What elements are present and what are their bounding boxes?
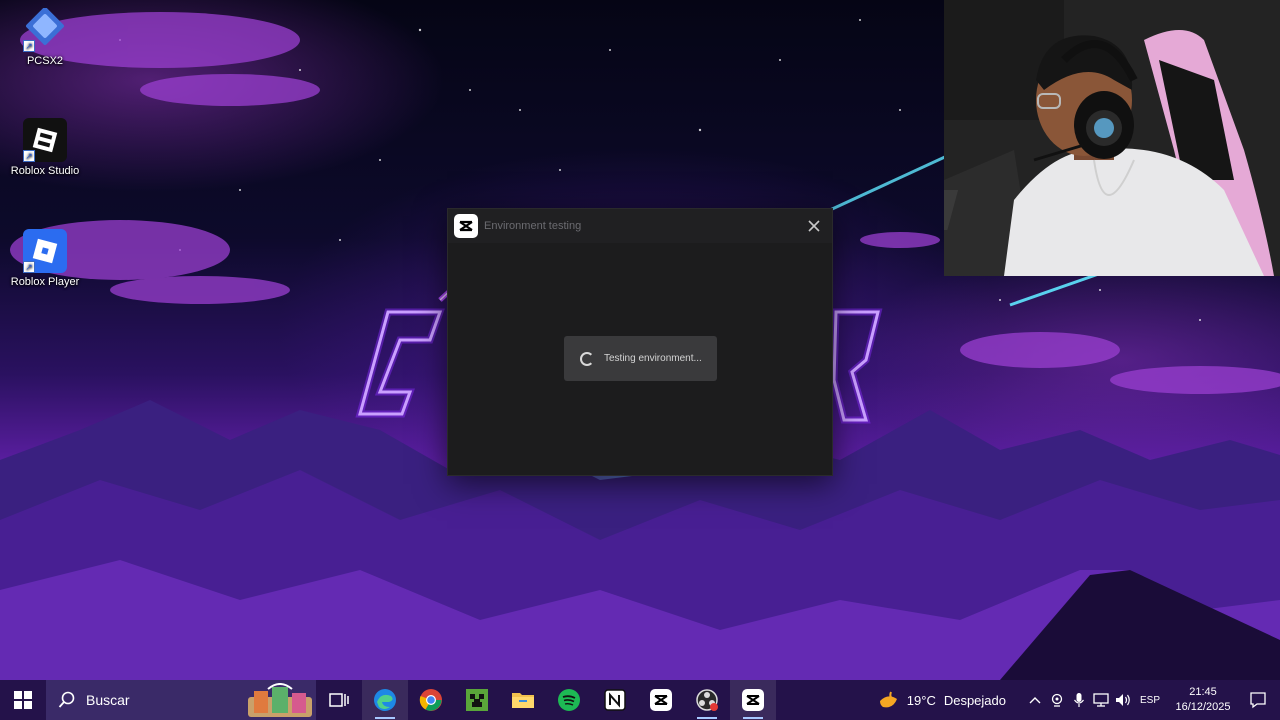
folder-icon <box>512 693 534 708</box>
start-button[interactable] <box>0 680 46 720</box>
minecraft-icon <box>466 689 488 711</box>
taskbar-file-explorer-button[interactable] <box>500 680 546 720</box>
taskbar-notion-button[interactable] <box>592 680 638 720</box>
search-placeholder: Buscar <box>86 692 130 708</box>
webcam-overlay <box>944 0 1280 276</box>
notion-icon <box>604 689 626 711</box>
tray-webcam-button[interactable] <box>1046 680 1068 720</box>
desktop-icon-roblox-player[interactable]: ↗ Roblox Player <box>5 229 85 288</box>
pcsx2-icon: ↗ <box>23 7 67 52</box>
desktop-icon-label: PCSX2 <box>26 55 64 67</box>
taskbar-chrome-button[interactable] <box>408 680 454 720</box>
task-view-icon <box>329 693 349 707</box>
taskbar: Buscar 19°C Despejado ESP 21:45 16/12/20… <box>0 680 1280 720</box>
shortcut-arrow-icon: ↗ <box>23 261 35 273</box>
environment-testing-dialog: Environment testing Testing environment.… <box>447 208 833 476</box>
dialog-titlebar[interactable]: Environment testing <box>448 209 832 243</box>
clock[interactable]: 21:45 16/12/2025 <box>1170 685 1236 715</box>
spotify-icon <box>558 689 580 711</box>
clock-date: 16/12/2025 <box>1175 701 1231 713</box>
close-icon <box>808 220 820 232</box>
weather-moon-icon <box>879 691 897 708</box>
task-view-button[interactable] <box>316 680 362 720</box>
taskbar-capcut-button[interactable] <box>638 680 684 720</box>
capcut-icon <box>742 689 764 711</box>
weather-description: Despejado <box>943 692 1006 708</box>
notification-center-button[interactable] <box>1236 680 1280 720</box>
capcut-icon <box>650 689 672 711</box>
loading-spinner-icon <box>580 351 594 366</box>
tray-volume-button[interactable] <box>1112 680 1134 720</box>
webcam-icon <box>1051 693 1063 707</box>
chevron-up-icon <box>1029 697 1041 704</box>
system-tray: 19°C Despejado ESP 21:45 16/12/2025 <box>877 680 1280 720</box>
desktop-icon-roblox-studio[interactable]: ↗ Roblox Studio <box>5 118 85 177</box>
shortcut-arrow-icon: ↗ <box>23 150 35 162</box>
capcut-logo-icon <box>454 214 478 238</box>
notification-icon <box>1250 692 1266 709</box>
webcam-feed <box>944 0 1280 276</box>
tray-network-button[interactable] <box>1090 680 1112 720</box>
obs-icon <box>696 689 718 711</box>
clock-time: 21:45 <box>1189 686 1217 698</box>
windows-logo-icon <box>14 691 32 709</box>
edge-icon <box>374 689 396 711</box>
taskbar-obs-button[interactable] <box>684 680 730 720</box>
desktop-icon-label: Roblox Player <box>10 276 80 288</box>
close-button[interactable] <box>806 218 822 234</box>
weather-widget[interactable]: 19°C Despejado <box>877 689 1006 711</box>
taskbar-spotify-button[interactable] <box>546 680 592 720</box>
tray-microphone-button[interactable] <box>1068 680 1090 720</box>
desktop-icon-label: Roblox Studio <box>10 165 80 177</box>
desktop-icon-pcsx2[interactable]: ↗ PCSX2 <box>5 7 85 67</box>
network-icon <box>1093 693 1109 707</box>
shortcut-arrow-icon: ↗ <box>23 40 35 52</box>
taskbar-minecraft-button[interactable] <box>454 680 500 720</box>
show-hidden-icons-button[interactable] <box>1024 680 1046 720</box>
roblox-player-icon: ↗ <box>23 229 67 273</box>
weather-temperature: 19°C <box>906 692 936 708</box>
taskbar-capcut-active-button[interactable] <box>730 680 776 720</box>
search-icon <box>58 691 75 708</box>
status-text: Testing environment... <box>604 353 702 364</box>
search-box[interactable]: Buscar <box>46 680 316 720</box>
volume-icon <box>1115 694 1130 706</box>
microphone-icon <box>1074 693 1084 707</box>
search-highlight-icon <box>248 683 312 717</box>
chrome-icon <box>419 689 442 711</box>
language-indicator[interactable]: ESP <box>1140 695 1160 706</box>
taskbar-edge-button[interactable] <box>362 680 408 720</box>
roblox-studio-icon: ↗ <box>23 118 67 162</box>
dialog-title: Environment testing <box>484 220 582 232</box>
testing-status-box: Testing environment... <box>564 336 717 381</box>
